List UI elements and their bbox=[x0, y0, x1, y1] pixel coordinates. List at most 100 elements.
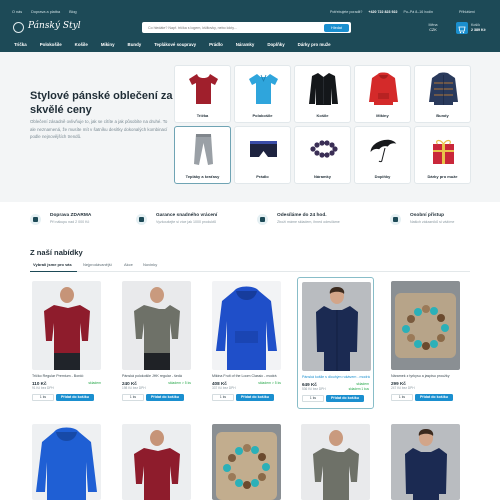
tab-selected-for-you[interactable]: Vybrali jsme pro vás bbox=[33, 262, 72, 267]
nav-item-bracelets[interactable]: Náramky bbox=[236, 42, 255, 47]
add-to-cart-button[interactable]: Přidat do košíku bbox=[146, 394, 184, 401]
category-label: Doplňky bbox=[374, 174, 391, 179]
login-link[interactable]: Přihlášení bbox=[459, 10, 475, 14]
product-name[interactable]: Tričko Regular Premium - Bordó bbox=[32, 374, 105, 378]
product-card[interactable] bbox=[387, 420, 464, 500]
search-bar: Hledat bbox=[142, 22, 351, 33]
product-image[interactable] bbox=[122, 424, 191, 500]
top-link-shipping[interactable]: Doprava a platba bbox=[31, 10, 60, 14]
product-image[interactable] bbox=[391, 281, 460, 370]
search-input[interactable] bbox=[142, 22, 322, 33]
cart-label: Košík bbox=[471, 23, 480, 27]
top-link-blog[interactable]: Blog bbox=[69, 10, 77, 14]
product-name[interactable]: Mikina Fruit of the Loom Classic - modrá bbox=[212, 374, 285, 378]
benefit-title: Doprava ZDARMA bbox=[50, 213, 92, 218]
phone-number[interactable]: +420 722 823 922 bbox=[368, 10, 397, 14]
hoodie-icon bbox=[369, 72, 398, 105]
nav-item-hoodies[interactable]: Mikiny bbox=[101, 42, 115, 47]
tab-bestsellers[interactable]: Nejprodávanější bbox=[83, 262, 112, 267]
category-shirts[interactable]: Košile bbox=[294, 65, 351, 123]
currency-selector[interactable]: Měna CZK bbox=[426, 23, 440, 32]
product-name[interactable]: Pánská polokošile JHK regular - šedá bbox=[122, 374, 195, 378]
product-card[interactable]: Mikina Fruit of the Loom Classic - modrá… bbox=[208, 277, 285, 409]
product-name[interactable]: Pánská košile s dlouhým rukávem - modrá bbox=[302, 375, 375, 379]
product-image[interactable] bbox=[302, 282, 371, 371]
category-jackets[interactable]: Bundy bbox=[414, 65, 471, 123]
product-image[interactable] bbox=[32, 281, 101, 370]
category-polo[interactable]: Polokošile bbox=[234, 65, 291, 123]
product-image[interactable] bbox=[301, 424, 370, 500]
currency-label: Měna bbox=[428, 23, 438, 27]
product-card[interactable] bbox=[208, 420, 285, 500]
category-label: Náramky bbox=[314, 174, 331, 179]
quantity-stepper[interactable]: 1 ks bbox=[32, 394, 54, 401]
add-to-cart-button[interactable]: Přidat do košíku bbox=[326, 395, 364, 402]
jacket-icon bbox=[429, 72, 458, 105]
product-name[interactable]: Náramek z tyrkysu a jaspisu proužky bbox=[391, 374, 464, 378]
product-card[interactable]: Tričko Regular Premium - Bordó 110 Kč sk… bbox=[28, 277, 105, 409]
nav-item-jackets[interactable]: Bundy bbox=[128, 42, 142, 47]
active-tab-indicator bbox=[30, 270, 77, 272]
product-image[interactable] bbox=[212, 424, 281, 500]
logo-text[interactable]: Pánský Styl bbox=[28, 21, 81, 31]
gift-icon bbox=[433, 139, 454, 164]
product-price-no-vat: 536 Kč bez DPH bbox=[302, 387, 326, 391]
nav-item-underwear[interactable]: Prádlo bbox=[209, 42, 223, 47]
add-to-cart-button[interactable]: Přidat do košíku bbox=[415, 394, 453, 401]
category-label: Dárky pro muže bbox=[427, 174, 458, 179]
add-to-cart-button[interactable]: Přidat do košíku bbox=[56, 394, 94, 401]
category-hoodies[interactable]: Mikiny bbox=[354, 65, 411, 123]
offers-tabs: Vybrali jsme pro vás Nejprodávanější Akc… bbox=[30, 262, 470, 272]
product-stock: skladem > 5 ks bbox=[258, 381, 281, 385]
benefit-title: Odesíláme do 24 hod. bbox=[277, 213, 327, 218]
package-icon bbox=[257, 214, 268, 225]
nav-item-shirts[interactable]: Košile bbox=[75, 42, 88, 47]
truck-icon bbox=[30, 214, 41, 225]
category-label: Trička bbox=[196, 113, 209, 118]
product-card[interactable]: Pánská polokošile JHK regular - šedá 240… bbox=[118, 277, 195, 409]
tshirt-icon bbox=[189, 74, 218, 104]
quantity-stepper[interactable]: 1 ks bbox=[212, 394, 234, 401]
tab-sale[interactable]: Akce bbox=[124, 262, 133, 267]
nav-item-accessories[interactable]: Doplňky bbox=[267, 42, 284, 47]
category-gifts[interactable]: Dárky pro muže bbox=[414, 126, 471, 184]
product-image[interactable] bbox=[32, 424, 101, 500]
product-price-no-vat: 91 Kč bez DPH bbox=[32, 386, 54, 390]
category-label: Polokošile bbox=[252, 113, 273, 118]
nav-item-polo[interactable]: Polokošile bbox=[40, 42, 62, 47]
category-bracelets[interactable]: Náramky bbox=[294, 126, 351, 184]
product-card[interactable] bbox=[297, 420, 374, 500]
category-underwear[interactable]: Prádlo bbox=[234, 126, 291, 184]
nav-item-gifts[interactable]: Dárky pro muže bbox=[298, 42, 331, 47]
tab-new[interactable]: Novinky bbox=[143, 262, 157, 267]
cart-icon[interactable] bbox=[456, 22, 468, 34]
offers-title: Z naší nabídky bbox=[30, 248, 83, 257]
opening-hours: Po–Pá 8–16 hodin bbox=[403, 10, 434, 14]
search-button[interactable]: Hledat bbox=[324, 23, 349, 32]
category-tshirts[interactable]: Trička bbox=[174, 65, 231, 123]
cart-summary[interactable]: Košík 2 389 Kč bbox=[471, 23, 486, 32]
quantity-stepper[interactable]: 1 ks bbox=[391, 394, 413, 401]
top-link-about[interactable]: O nás bbox=[12, 10, 22, 14]
product-image[interactable] bbox=[212, 281, 281, 370]
benefit-sub: Při nákupu nad 2 000 Kč bbox=[50, 220, 90, 224]
nav-item-tracksuits[interactable]: Teplákové soupravy bbox=[154, 42, 196, 47]
category-label: Prádlo bbox=[256, 174, 269, 179]
add-to-cart-button[interactable]: Přidat do košíku bbox=[236, 394, 274, 401]
nav-item-tshirts[interactable]: Trička bbox=[14, 42, 27, 47]
currency-value: CZK bbox=[429, 28, 437, 32]
product-card[interactable] bbox=[118, 420, 195, 500]
product-card[interactable]: Pánská košile s dlouhým rukávem - modrá … bbox=[297, 277, 374, 409]
product-image[interactable] bbox=[391, 424, 460, 500]
product-card[interactable]: Náramek z tyrkysu a jaspisu proužky 299 … bbox=[387, 277, 464, 409]
quantity-stepper[interactable]: 1 ks bbox=[122, 394, 144, 401]
product-image[interactable] bbox=[122, 281, 191, 370]
site-header: O nás Doprava a platba Blog Pánský Styl … bbox=[0, 0, 500, 52]
category-accessories[interactable]: Doplňky bbox=[354, 126, 411, 184]
quantity-stepper[interactable]: 1 ks bbox=[302, 395, 324, 402]
logo-icon[interactable] bbox=[13, 22, 24, 33]
category-tracksuits[interactable]: Tepláky a kraťasy bbox=[174, 126, 231, 184]
contact-label: Potřebujete poradit? bbox=[330, 10, 363, 14]
product-card[interactable] bbox=[28, 420, 105, 500]
product-stock: skladem bbox=[88, 381, 101, 385]
